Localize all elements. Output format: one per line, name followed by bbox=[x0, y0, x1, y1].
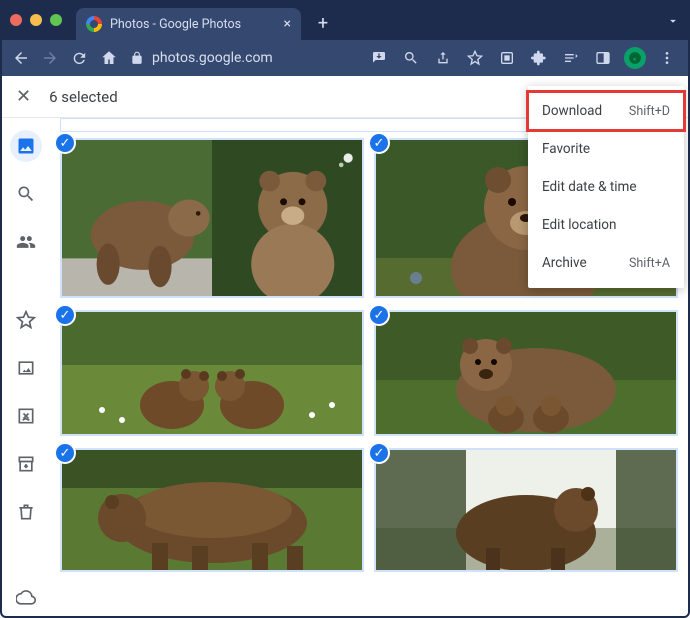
photo-thumbnail[interactable]: ✓ bbox=[60, 448, 364, 572]
sidebar-nav bbox=[0, 118, 52, 614]
clear-selection-button[interactable]: ✕ bbox=[16, 86, 31, 107]
photo-thumbnail[interactable]: ✓ bbox=[374, 310, 678, 436]
reading-list-icon[interactable] bbox=[556, 43, 586, 73]
chrome-menu-icon[interactable] bbox=[652, 43, 682, 73]
close-window-button[interactable] bbox=[10, 14, 22, 26]
lock-icon bbox=[130, 51, 144, 65]
menu-item-label: Edit location bbox=[542, 217, 616, 233]
sidebar-item-albums[interactable] bbox=[10, 352, 42, 384]
forward-button[interactable] bbox=[38, 43, 64, 73]
home-button[interactable] bbox=[97, 43, 123, 73]
menu-item-label: Favorite bbox=[542, 141, 590, 157]
sidebar-item-photos[interactable] bbox=[10, 130, 42, 162]
grid-row: ✓ ✓ bbox=[52, 448, 686, 584]
context-menu: Download Shift+D Favorite Edit date & ti… bbox=[528, 86, 684, 288]
sidebar-item-search[interactable] bbox=[10, 178, 42, 210]
selection-check-icon[interactable]: ✓ bbox=[54, 132, 76, 154]
photo-thumbnail[interactable]: ✓ bbox=[374, 448, 678, 572]
menu-item-label: Archive bbox=[542, 255, 587, 271]
new-tab-button[interactable]: + bbox=[309, 9, 337, 37]
favicon-google-photos-icon bbox=[86, 16, 102, 32]
selection-check-icon[interactable]: ✓ bbox=[368, 442, 390, 464]
tab-title: Photos - Google Photos bbox=[110, 17, 241, 32]
sidebar-item-archive[interactable] bbox=[10, 448, 42, 480]
selection-check-icon[interactable]: ✓ bbox=[368, 132, 390, 154]
menu-item-label: Download bbox=[542, 103, 602, 119]
zoom-icon[interactable] bbox=[396, 43, 426, 73]
browser-toolbar: photos.google.com bbox=[0, 40, 690, 76]
address-bar[interactable]: photos.google.com bbox=[130, 44, 360, 72]
grid-row: ✓ bbox=[52, 310, 686, 448]
menu-item-download[interactable]: Download Shift+D bbox=[528, 92, 684, 130]
photo-thumbnail[interactable]: ✓ bbox=[60, 138, 364, 298]
menu-item-edit-location[interactable]: Edit location bbox=[528, 206, 684, 244]
menu-item-edit-date[interactable]: Edit date & time bbox=[528, 168, 684, 206]
selection-check-icon[interactable]: ✓ bbox=[368, 304, 390, 326]
sidebar-item-trash[interactable] bbox=[10, 496, 42, 528]
extension-1-icon[interactable] bbox=[492, 43, 522, 73]
maximize-window-button[interactable] bbox=[50, 14, 62, 26]
selection-count: 6 selected bbox=[49, 88, 118, 106]
share-icon[interactable] bbox=[428, 43, 458, 73]
profile-avatar[interactable] bbox=[620, 43, 650, 73]
browser-tab[interactable]: Photos - Google Photos × bbox=[76, 8, 301, 40]
reload-button[interactable] bbox=[67, 43, 93, 73]
selection-check-icon[interactable]: ✓ bbox=[54, 304, 76, 326]
back-button[interactable] bbox=[8, 43, 34, 73]
menu-item-archive[interactable]: Archive Shift+A bbox=[528, 244, 684, 282]
side-panel-icon[interactable] bbox=[588, 43, 618, 73]
bookmark-star-icon[interactable] bbox=[460, 43, 490, 73]
traffic-lights bbox=[10, 14, 62, 26]
menu-item-label: Edit date & time bbox=[542, 179, 637, 195]
menu-item-shortcut: Shift+D bbox=[629, 104, 670, 119]
photo-thumbnail[interactable]: ✓ bbox=[60, 310, 364, 436]
selection-check-icon[interactable]: ✓ bbox=[54, 442, 76, 464]
sidebar-item-sharing[interactable] bbox=[10, 226, 42, 258]
minimize-window-button[interactable] bbox=[30, 14, 42, 26]
menu-item-shortcut: Shift+A bbox=[629, 256, 670, 271]
extensions-icon[interactable] bbox=[524, 43, 554, 73]
menu-item-favorite[interactable]: Favorite bbox=[528, 130, 684, 168]
window-titlebar: Photos - Google Photos × + bbox=[0, 0, 690, 40]
install-app-icon[interactable] bbox=[364, 43, 394, 73]
sidebar-item-utilities[interactable] bbox=[10, 400, 42, 432]
sidebar-item-favorites[interactable] bbox=[10, 304, 42, 336]
close-tab-icon[interactable]: × bbox=[284, 17, 291, 31]
url-text: photos.google.com bbox=[152, 50, 273, 66]
sidebar-item-storage[interactable] bbox=[10, 582, 42, 614]
tab-overflow-button[interactable] bbox=[666, 13, 680, 32]
